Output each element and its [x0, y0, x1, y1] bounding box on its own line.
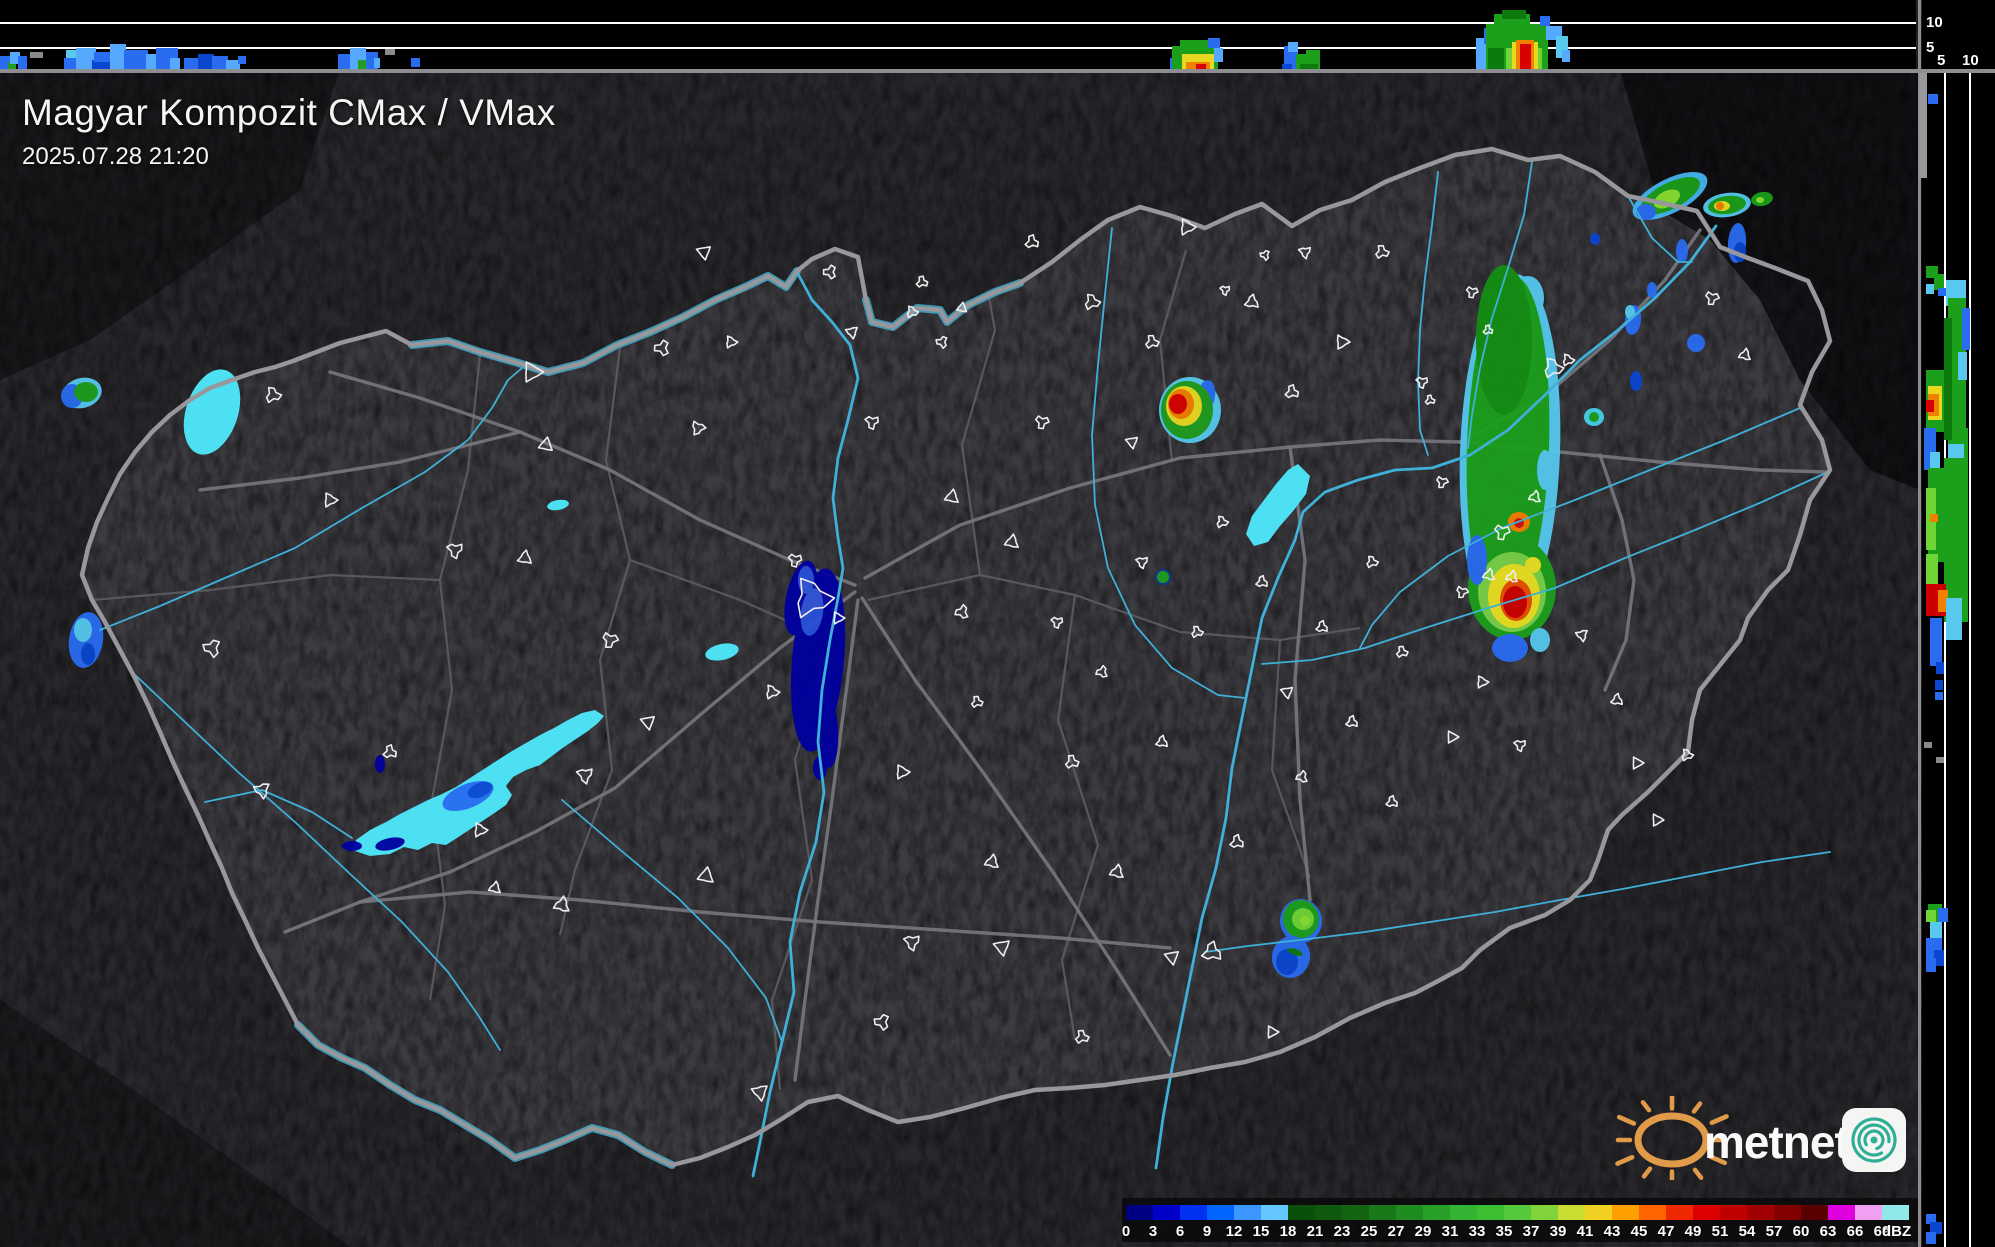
colorbar-tick: 15 — [1253, 1223, 1270, 1240]
colorbar-cell — [1288, 1205, 1315, 1220]
colorbar-cell — [1180, 1205, 1207, 1220]
colorbar-tick: 9 — [1203, 1223, 1211, 1240]
colorbar-tick: 49 — [1685, 1223, 1702, 1240]
colorbar-tick: 31 — [1442, 1223, 1459, 1240]
colorbar-tick: 51 — [1712, 1223, 1729, 1240]
colorbar-tick: 35 — [1496, 1223, 1513, 1240]
colorbar-cell — [1801, 1205, 1828, 1220]
colorbar-cell — [1639, 1205, 1666, 1220]
top-strip-gridline — [0, 47, 1916, 49]
colorbar-tick: 6 — [1176, 1223, 1184, 1240]
colorbar-cell — [1882, 1205, 1909, 1220]
colorbar-cell — [1828, 1205, 1855, 1220]
colorbar-cell — [1450, 1205, 1477, 1220]
colorbar-cell — [1423, 1205, 1450, 1220]
colorbar-tick: 39 — [1550, 1223, 1567, 1240]
colorbar-cell — [1261, 1205, 1288, 1220]
colorbar-cell — [1774, 1205, 1801, 1220]
height-label-5km: 5 — [1926, 39, 1934, 56]
colorbar-tick: 27 — [1388, 1223, 1405, 1240]
vertical-separator-thick — [1919, 73, 1927, 178]
vmax-right-profile-strip — [1922, 69, 1995, 1247]
colorbar-tick: 0 — [1122, 1223, 1130, 1240]
colorbar-tick: 57 — [1766, 1223, 1783, 1240]
right-strip-gridline — [1944, 69, 1946, 1247]
colorbar-tick: 47 — [1658, 1223, 1675, 1240]
colorbar-tick: 33 — [1469, 1223, 1486, 1240]
timestamp: 2025.07.28 21:20 — [22, 143, 556, 171]
vmax-corner-axis-box — [1922, 0, 1995, 69]
vertical-separator — [1918, 0, 1921, 1247]
colorbar-cell — [1315, 1205, 1342, 1220]
colorbar-tick: 43 — [1604, 1223, 1621, 1240]
colorbar-tick: 3 — [1149, 1223, 1157, 1240]
vmax-top-profile-strip — [0, 0, 1916, 69]
colorbar-tick: 29 — [1415, 1223, 1432, 1240]
colorbar-cell — [1720, 1205, 1747, 1220]
page-title: Magyar Kompozit CMax / VMax — [22, 92, 556, 134]
colorbar-cell — [1207, 1205, 1234, 1220]
top-strip-gridline — [0, 22, 1916, 24]
colorbar-cell — [1153, 1205, 1180, 1220]
colorbar-tick: 45 — [1631, 1223, 1648, 1240]
colorbar-cell — [1126, 1205, 1153, 1220]
metnet-logo: metnet — [1608, 1096, 1918, 1180]
colorbar-tick: 18 — [1280, 1223, 1297, 1240]
colorbar-cell — [1504, 1205, 1531, 1220]
height-label-5km: 5 — [1937, 52, 1945, 69]
colorbar-cell — [1558, 1205, 1585, 1220]
colorbar-cell — [1585, 1205, 1612, 1220]
colorbar-cell — [1369, 1205, 1396, 1220]
colorbar-tick: 37 — [1523, 1223, 1540, 1240]
dbz-colorbar: 0 3 6 9 12 15 18 21 23 25 27 29 31 33 35 37 39 41 43 45 47 49… — [1122, 1198, 1918, 1242]
horizontal-separator — [0, 69, 1995, 73]
colorbar-unit-label: dBZ — [1882, 1223, 1911, 1240]
colorbar-cell — [1693, 1205, 1720, 1220]
colorbar-tick: 12 — [1226, 1223, 1243, 1240]
colorbar-cells — [1126, 1205, 1909, 1220]
height-label-10km: 10 — [1926, 14, 1943, 31]
colorbar-tick: 23 — [1334, 1223, 1351, 1240]
title-block: Magyar Kompozit CMax / VMax 2025.07.28 2… — [22, 92, 556, 171]
colorbar-tick: 25 — [1361, 1223, 1378, 1240]
radar-composite-app: 105510 Magyar Kompozit CMax / VMax 2025.… — [0, 0, 1995, 1247]
colorbar-tick: 21 — [1307, 1223, 1324, 1240]
colorbar-cell — [1234, 1205, 1261, 1220]
colorbar-cell — [1396, 1205, 1423, 1220]
colorbar-cell — [1666, 1205, 1693, 1220]
colorbar-tick: 41 — [1577, 1223, 1594, 1240]
colorbar-tick: 54 — [1739, 1223, 1756, 1240]
colorbar-cell — [1477, 1205, 1504, 1220]
colorbar-cell — [1342, 1205, 1369, 1220]
colorbar-tick: 60 — [1793, 1223, 1810, 1240]
colorbar-tick: 66 — [1847, 1223, 1864, 1240]
colorbar-cell — [1531, 1205, 1558, 1220]
spiral-app-icon — [1842, 1108, 1906, 1172]
height-label-10km: 10 — [1962, 52, 1979, 69]
colorbar-cell — [1747, 1205, 1774, 1220]
map-canvas — [0, 0, 1995, 1247]
colorbar-tick: 63 — [1820, 1223, 1837, 1240]
metnet-wordmark: metnet — [1704, 1116, 1849, 1168]
right-strip-gridline — [1969, 69, 1971, 1247]
colorbar-cell — [1855, 1205, 1882, 1220]
colorbar-cell — [1612, 1205, 1639, 1220]
